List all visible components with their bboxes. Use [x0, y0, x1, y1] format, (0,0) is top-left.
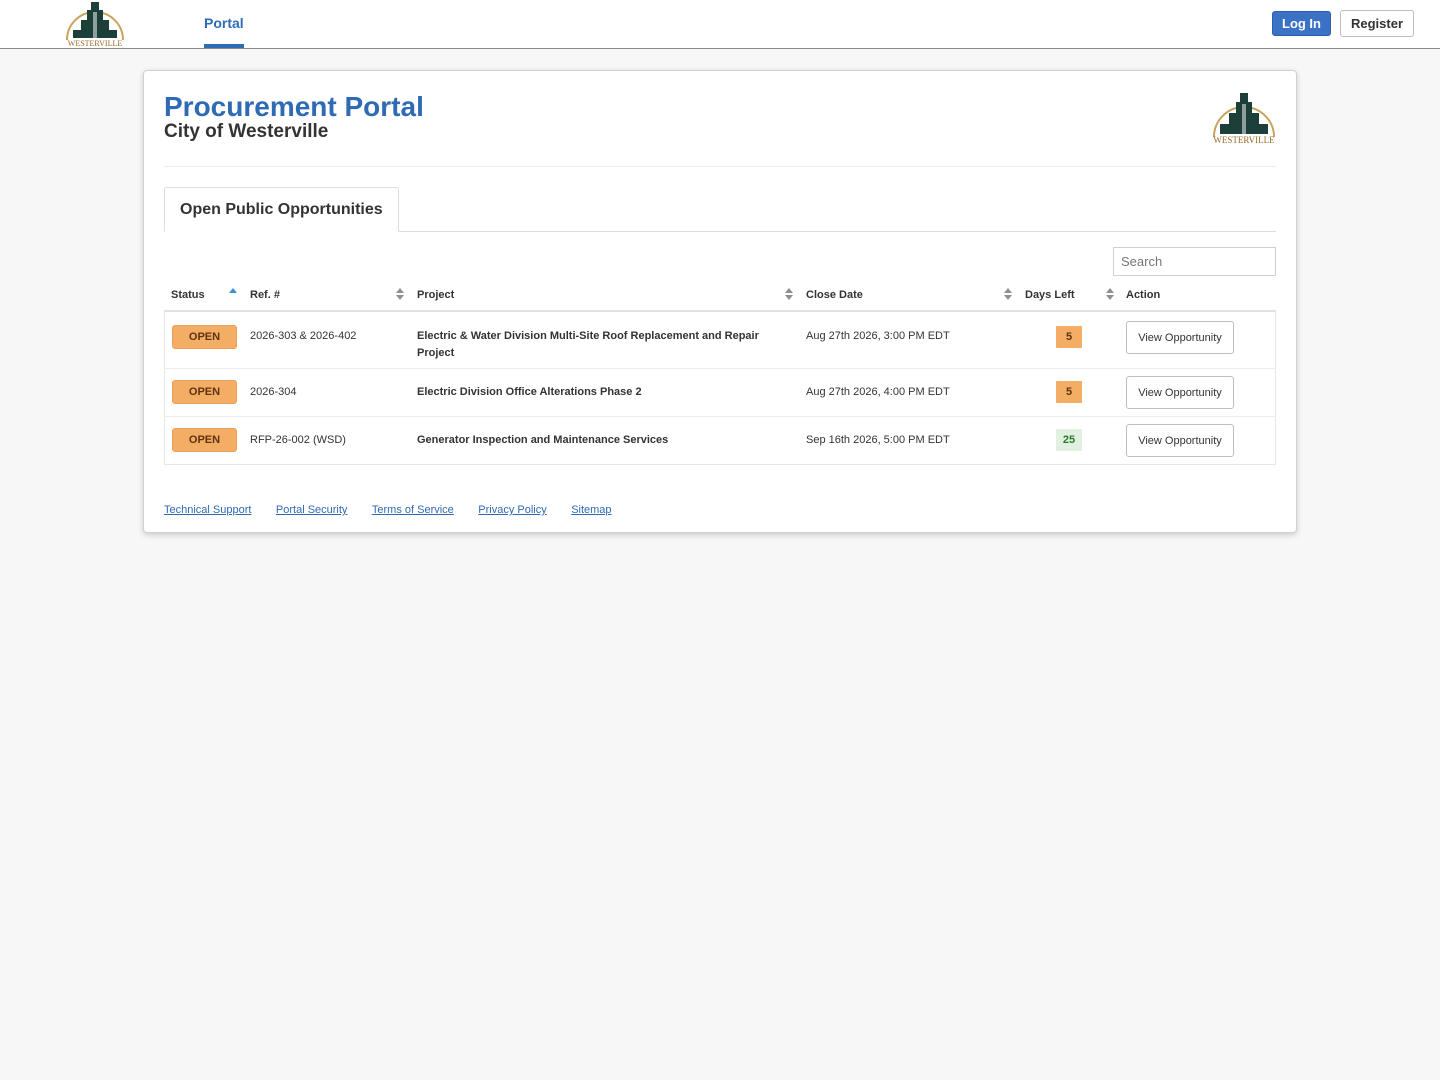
- column-header-ref[interactable]: Ref. #: [250, 289, 280, 301]
- table-row: OPEN 2026-303 & 2026-402 Electric & Wate…: [165, 312, 1275, 368]
- project-name: Electric & Water Division Multi-Site Roo…: [417, 330, 759, 359]
- status-badge: OPEN: [172, 380, 237, 404]
- sort-asc-icon[interactable]: [229, 288, 237, 302]
- footer-link-terms-of-service[interactable]: Terms of Service: [372, 504, 454, 516]
- search-input[interactable]: [1113, 247, 1276, 276]
- page-title: Procurement Portal: [164, 91, 424, 122]
- footer-link-privacy-policy[interactable]: Privacy Policy: [478, 504, 546, 516]
- ref-number: RFP-26-002 (WSD): [250, 434, 346, 446]
- register-button[interactable]: Register: [1340, 10, 1414, 37]
- tab-strip: Open Public Opportunities: [164, 187, 1276, 232]
- column-header-close-date[interactable]: Close Date: [806, 289, 863, 301]
- table-body: OPEN 2026-303 & 2026-402 Electric & Wate…: [164, 312, 1276, 465]
- nav-tab-portal[interactable]: Portal: [204, 0, 244, 48]
- sort-icon[interactable]: [1004, 288, 1012, 302]
- project-name: Electric Division Office Alterations Pha…: [417, 386, 642, 398]
- view-opportunity-button[interactable]: View Opportunity: [1126, 424, 1234, 457]
- column-header-days-left[interactable]: Days Left: [1025, 289, 1075, 301]
- footer-link-technical-support[interactable]: Technical Support: [164, 504, 251, 516]
- ref-number: 2026-304: [250, 386, 297, 398]
- view-opportunity-button[interactable]: View Opportunity: [1126, 376, 1234, 409]
- status-badge: OPEN: [172, 428, 237, 452]
- page-subtitle: City of Westerville: [164, 121, 329, 142]
- tab-open-public-opportunities[interactable]: Open Public Opportunities: [164, 187, 399, 232]
- procurement-card: Procurement Portal City of Westerville W…: [143, 70, 1297, 533]
- days-left-badge: 5: [1056, 381, 1082, 403]
- column-header-action: Action: [1126, 289, 1161, 301]
- column-header-status[interactable]: Status: [171, 289, 205, 301]
- close-date: Aug 27th 2026, 3:00 PM EDT: [806, 330, 950, 342]
- status-badge: OPEN: [172, 325, 237, 349]
- footer-link-portal-security[interactable]: Portal Security: [276, 504, 348, 516]
- close-date: Aug 27th 2026, 4:00 PM EDT: [806, 386, 950, 398]
- project-name: Generator Inspection and Maintenance Ser…: [417, 434, 669, 446]
- sort-icon[interactable]: [1106, 288, 1114, 302]
- table-row: OPEN 2026-304 Electric Division Office A…: [165, 368, 1275, 416]
- ref-number: 2026-303 & 2026-402: [250, 330, 357, 342]
- westerville-seal-icon: WESTERVILLE: [1213, 93, 1275, 145]
- top-navbar: WESTERVILLE Portal Log In Register: [0, 0, 1440, 49]
- days-left-badge: 25: [1056, 429, 1082, 451]
- close-date: Sep 16th 2026, 5:00 PM EDT: [806, 434, 950, 446]
- seal-wordmark: WESTERVILLE: [1213, 135, 1275, 145]
- sort-icon[interactable]: [396, 288, 404, 302]
- days-left-badge: 5: [1056, 326, 1082, 348]
- footer-link-sitemap[interactable]: Sitemap: [571, 504, 611, 516]
- sort-icon[interactable]: [785, 288, 793, 302]
- view-opportunity-button[interactable]: View Opportunity: [1126, 321, 1234, 354]
- logo-wordmark: WESTERVILLE: [68, 39, 123, 48]
- header-divider: [164, 166, 1276, 167]
- footer-links: Technical Support Portal Security Terms …: [164, 500, 632, 518]
- table-row: OPEN RFP-26-002 (WSD) Generator Inspecti…: [165, 416, 1275, 464]
- column-header-project[interactable]: Project: [417, 289, 454, 301]
- table-header: Status Ref. # Project Close Date Days Le…: [164, 283, 1276, 312]
- log-in-button[interactable]: Log In: [1272, 11, 1331, 36]
- westerville-logo-icon[interactable]: WESTERVILLE: [63, 0, 127, 48]
